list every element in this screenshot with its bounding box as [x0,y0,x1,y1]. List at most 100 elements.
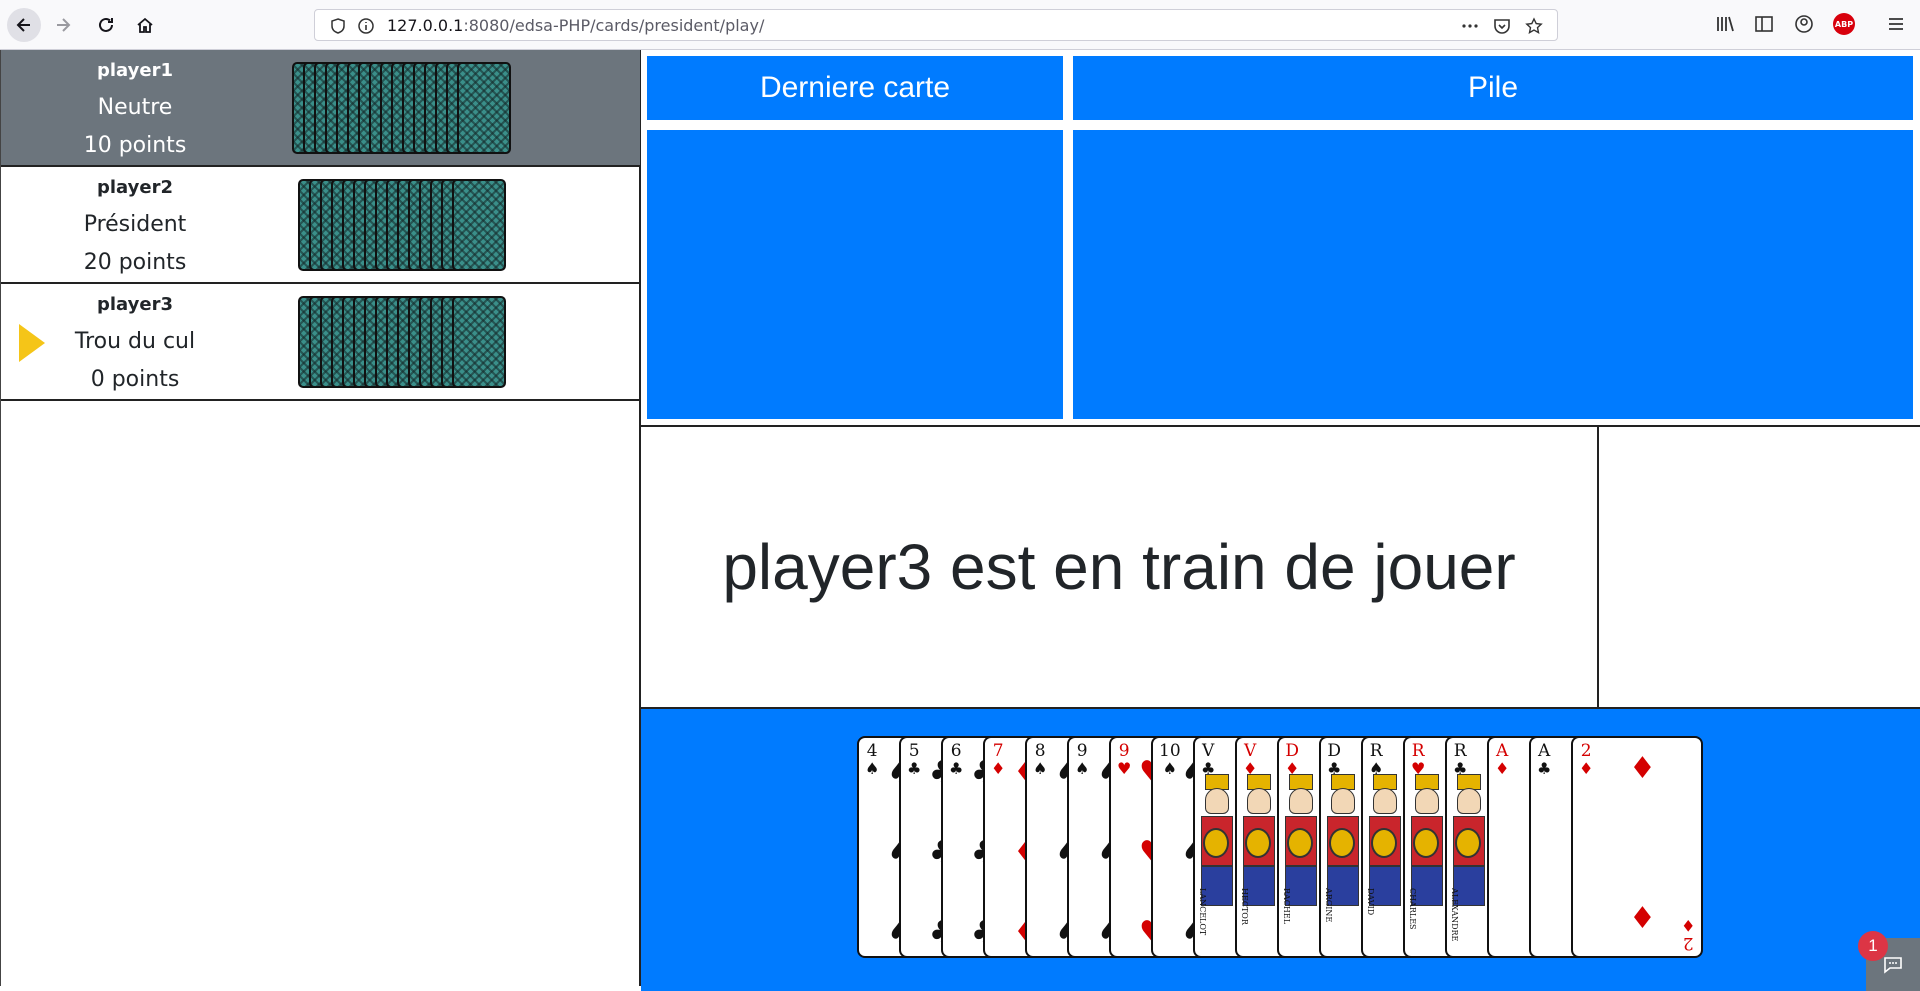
player-name: player1 [97,60,173,81]
card-rank: R [1411,741,1425,761]
card-pip-icon: ♦ [1629,751,1656,786]
arrow-right-icon [57,18,71,32]
arrow-left-icon [16,18,30,32]
face-card-name: RACHEL [1282,888,1291,925]
face-card-name: DAVID [1366,888,1375,916]
url-text[interactable]: 127.0.0.1:8080/edsa-PHP/cards/president/… [387,16,764,35]
card-suit-icon: ♠ [865,759,880,778]
card-suit-icon: ♣ [949,759,964,778]
card-suit-icon: ♣ [907,759,922,778]
hamburger-menu-icon[interactable] [1885,13,1907,35]
player-role: Président [83,212,187,237]
card-rank: 8 [1034,741,1046,761]
sidebar-icon[interactable] [1753,13,1775,35]
card-rank: 2 [1682,933,1694,953]
card-rank: R [1369,741,1383,761]
last-card-zone [647,130,1063,419]
card-corner: 7 ♦ [991,742,1005,778]
card-suit-icon: ♥ [1117,759,1132,778]
more-icon[interactable] [1461,17,1479,35]
card-corner: 2 ♦ [1579,742,1593,778]
reload-button[interactable] [89,8,123,42]
turn-status: player3 est en train de jouer [641,425,1599,707]
card-rank: D [1327,741,1341,761]
card-rank: 9 [1118,741,1130,761]
player-name: player3 [97,294,173,315]
table-area: Derniere carte Pile [641,50,1920,425]
card-rank: 5 [908,741,920,761]
player-row-player2: player2 Président 20 points [1,167,640,284]
card-suit-icon: ♦ [1579,759,1594,778]
home-icon [137,17,153,33]
face-card-name: ALEXANDRE [1450,888,1459,942]
face-card-name: LANCELOT [1198,888,1207,936]
player-hand-area: 4♠♠♠♠5♣♣♣♣6♣♣♣♣7♦♦♦♦8♠♠♠♠9♠♠♠♠9♥♥♥♥10♠♠♠… [641,707,1920,991]
face-card-name: CHARLES [1408,888,1417,930]
back-button[interactable] [7,8,41,42]
card-corner: 8 ♠ [1033,742,1047,778]
pile-title: Pile [1073,56,1913,120]
card-back [457,62,511,154]
address-bar[interactable]: 127.0.0.1:8080/edsa-PHP/cards/president/… [314,9,1558,41]
card-corner: 4 ♠ [865,742,879,778]
tracking-shield-icon[interactable] [329,17,347,35]
card-rank: 6 [950,741,962,761]
card-suit-icon: ♦ [1495,759,1510,778]
card-suit-icon: ♣ [1537,759,1552,778]
player-role: Neutre [97,95,173,120]
card-rank: 2 [1580,741,1592,761]
player-points: 0 points [90,367,180,392]
adblock-icon[interactable]: ABP [1833,13,1855,35]
card-corner: 9 ♥ [1117,742,1131,778]
current-turn-icon [19,324,45,362]
card-back [452,296,506,388]
card-corner: A ♦ [1495,742,1509,778]
pile-zone [1073,130,1913,419]
library-icon[interactable] [1714,13,1736,35]
card-rank: A [1496,741,1509,761]
card-corner: A ♣ [1537,742,1551,778]
info-icon[interactable] [357,17,375,35]
chat-badge: 1 [1858,931,1888,961]
card-suit-icon: ♠ [1033,759,1048,778]
url-host: 127.0.0.1 [387,16,464,35]
player-points: 10 points [83,133,187,158]
card-rank: A [1538,741,1551,761]
player-row-player1: player1 Neutre 10 points [1,50,640,167]
card-rank: R [1453,741,1467,761]
card-back [452,179,506,271]
pocket-icon[interactable] [1493,17,1511,35]
last-card-title: Derniere carte [647,56,1063,120]
player-points: 20 points [83,250,187,275]
card-rank: 7 [992,741,1004,761]
card-corner: 10 ♠ [1159,742,1181,778]
card-suit-icon: ♦ [991,759,1006,778]
card-rank: 4 [866,741,878,761]
face-card-name: HECTOR [1240,888,1249,925]
card-rank: V [1244,741,1257,761]
face-card-name: ARGINE [1324,888,1333,923]
url-path: :8080/edsa-PHP/cards/president/play/ [463,16,765,35]
card-rank: D [1285,741,1299,761]
card-rank: 10 [1159,741,1181,761]
card-suit-icon: ♠ [1162,759,1177,778]
card-suit-icon: ♠ [1075,759,1090,778]
card-corner: 5 ♣ [907,742,921,778]
card-suit-icon: ♦ [1680,916,1695,935]
account-icon[interactable] [1793,13,1815,35]
card-corner: 2 ♦ [1680,916,1695,953]
browser-toolbar: 127.0.0.1:8080/edsa-PHP/cards/president/… [0,0,1920,50]
player-name: player2 [97,177,173,198]
card-rank: V [1202,741,1215,761]
star-icon[interactable] [1525,17,1543,35]
players-panel: player1 Neutre 10 points player2 Président 20… [0,50,641,986]
side-box [1599,425,1920,707]
card-rank: 9 [1076,741,1088,761]
home-button[interactable] [128,8,162,42]
forward-button[interactable] [46,8,80,42]
player-row-player3: player3 Trou du cul 0 points [1,284,640,401]
card-corner: 9 ♠ [1075,742,1089,778]
card-corner: 6 ♣ [949,742,963,778]
card-pip-icon: ♦ [1629,901,1656,936]
hand-card[interactable]: 2 ♦ ♦ ♦ 2 ♦ [1571,736,1703,958]
